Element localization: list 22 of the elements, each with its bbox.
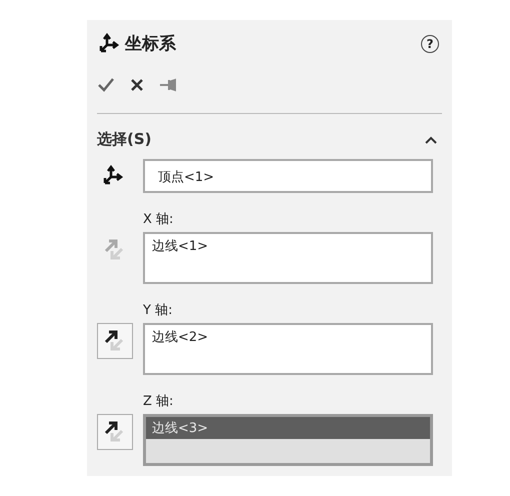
selection-field[interactable]: 边线<2> bbox=[143, 323, 433, 375]
selection-item[interactable]: 边线<3> bbox=[146, 417, 430, 439]
coordinate-axes-icon bbox=[97, 32, 119, 54]
selection-item[interactable]: 边线<2> bbox=[146, 326, 430, 348]
reverse-direction-button[interactable] bbox=[97, 414, 133, 450]
selection-item[interactable]: 顶点<1> bbox=[152, 166, 424, 188]
collapse-caret-icon[interactable] bbox=[424, 134, 438, 144]
selection-field[interactable]: 边线<1> bbox=[143, 232, 433, 284]
axis-label: Y 轴: bbox=[143, 302, 174, 319]
panel-title: 坐标系 bbox=[125, 33, 176, 55]
close-icon[interactable] bbox=[129, 77, 145, 93]
selection-item[interactable]: 边线<1> bbox=[146, 235, 430, 257]
section-title[interactable]: 选择(S) bbox=[97, 130, 152, 149]
reverse-direction-button[interactable] bbox=[97, 323, 133, 359]
selection-field[interactable]: 边线<3> bbox=[143, 414, 433, 466]
check-icon[interactable] bbox=[97, 77, 115, 93]
axis-label: Z 轴: bbox=[143, 393, 174, 410]
selection-field[interactable]: 顶点<1> bbox=[143, 159, 433, 193]
pushpin-icon[interactable] bbox=[159, 77, 177, 93]
axis-label: X 轴: bbox=[143, 211, 174, 228]
coordinate-axes-icon bbox=[101, 165, 123, 187]
help-button[interactable]: ? bbox=[421, 34, 439, 52]
